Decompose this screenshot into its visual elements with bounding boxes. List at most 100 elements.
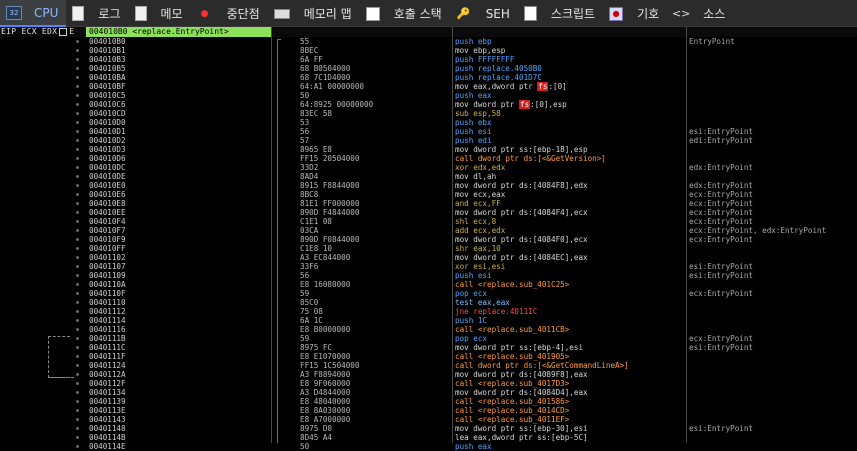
bytes-cell[interactable]: 50 — [300, 442, 450, 451]
bytes-cell[interactable]: C1E8 10 — [300, 244, 450, 253]
instruction-cell[interactable]: mov dword ptr ds:[4084F8],edx — [455, 181, 687, 190]
breakpoint-bullet[interactable] — [76, 202, 79, 205]
breakpoint-bullet[interactable] — [76, 157, 79, 160]
breakpoint-bullet[interactable] — [76, 112, 79, 115]
address-cell[interactable]: 00401112 — [89, 307, 267, 316]
tab-memory-map[interactable]: 메모리 맵 — [268, 0, 360, 27]
comment-cell[interactable] — [689, 352, 857, 361]
address-cell[interactable]: 0040110A — [89, 280, 267, 289]
instruction-cell[interactable]: push ebx — [455, 118, 687, 127]
address-cell[interactable]: 004010E6 — [89, 190, 267, 199]
bytes-cell[interactable]: 64:A1 00000000 — [300, 82, 450, 91]
breakpoint-bullet[interactable] — [76, 229, 79, 232]
instruction-cell[interactable]: call <replace.sub_401586> — [455, 397, 687, 406]
bytes-cell[interactable]: A3 F8894000 — [300, 370, 450, 379]
comment-cell[interactable]: ecx:EntryPoint, edx:EntryPoint — [689, 226, 857, 235]
breakpoint-bullet[interactable] — [76, 49, 79, 52]
instruction-cell[interactable]: push ebp — [455, 37, 687, 46]
address-cell[interactable]: 0040114E — [89, 442, 267, 451]
instruction-cell[interactable]: push replace.401D7C — [455, 73, 687, 82]
address-cell[interactable]: 004010D0 — [89, 118, 267, 127]
comment-cell[interactable] — [689, 100, 857, 109]
address-cell[interactable]: 004010D3 — [89, 145, 267, 154]
address-cell[interactable]: 004010F9 — [89, 235, 267, 244]
comment-cell[interactable] — [689, 55, 857, 64]
instruction-cell[interactable]: pop ecx — [455, 334, 687, 343]
breakpoint-bullet[interactable] — [76, 328, 79, 331]
breakpoint-bullet[interactable] — [76, 310, 79, 313]
address-cell[interactable]: 0040114B — [89, 433, 267, 442]
address-cell[interactable]: 004010B0 — [89, 37, 267, 46]
comment-cell[interactable] — [689, 370, 857, 379]
tab-log[interactable]: 로그 — [66, 0, 128, 27]
address-cell[interactable]: 004010C6 — [89, 100, 267, 109]
comment-cell[interactable]: EntryPoint — [689, 37, 857, 46]
instruction-cell[interactable]: call dword ptr ds:[<&GetVersion>] — [455, 154, 687, 163]
bytes-cell[interactable]: 50 — [300, 91, 450, 100]
address-cell[interactable]: 0040111C — [89, 343, 267, 352]
bytes-cell[interactable]: 75 08 — [300, 307, 450, 316]
bytes-cell[interactable]: 8D45 A4 — [300, 433, 450, 442]
address-cell[interactable]: 004010D1 — [89, 127, 267, 136]
instruction-cell[interactable]: call <replace.sub_4017D3> — [455, 379, 687, 388]
address-cell[interactable]: 00401124 — [89, 361, 267, 370]
comment-cell[interactable] — [689, 415, 857, 424]
breakpoint-bullet[interactable] — [76, 391, 79, 394]
instruction-cell[interactable]: sub esp,58 — [455, 109, 687, 118]
bytes-cell[interactable]: 8975 D0 — [300, 424, 450, 433]
address-cell[interactable]: 004010D6 — [89, 154, 267, 163]
comment-cell[interactable]: esi:EntryPoint — [689, 343, 857, 352]
address-cell[interactable]: 004010CD — [89, 109, 267, 118]
bytes-cell[interactable]: 8965 E8 — [300, 145, 450, 154]
breakpoint-bullet[interactable] — [76, 94, 79, 97]
comment-cell[interactable] — [689, 82, 857, 91]
bytes-cell[interactable]: 890D F4844000 — [300, 208, 450, 217]
breakpoint-bullet[interactable] — [76, 130, 79, 133]
instruction-cell[interactable]: mov ebp,esp — [455, 46, 687, 55]
comment-cell[interactable]: esi:EntryPoint — [689, 262, 857, 271]
breakpoint-bullet[interactable] — [76, 193, 79, 196]
bytes-cell[interactable]: E8 B0000000 — [300, 325, 450, 334]
address-cell[interactable]: 004010DE — [89, 172, 267, 181]
instruction-cell[interactable]: lea eax,dword ptr ss:[ebp-5C] — [455, 433, 687, 442]
breakpoint-bullet[interactable] — [76, 247, 79, 250]
tab-breakpoints[interactable]: ● 중단점 — [191, 0, 268, 27]
tab-symbols[interactable]: ● 기호 — [603, 0, 667, 27]
comment-cell[interactable] — [689, 109, 857, 118]
address-cell[interactable]: 004010BF — [89, 82, 267, 91]
bytes-cell[interactable]: 33D2 — [300, 163, 450, 172]
breakpoint-bullet[interactable] — [76, 337, 79, 340]
bytes-cell[interactable]: 6A FF — [300, 55, 450, 64]
instruction-cell[interactable]: call <replace.sub_4011CB> — [455, 325, 687, 334]
comment-cell[interactable]: esi:EntryPoint — [689, 127, 857, 136]
breakpoint-bullet[interactable] — [76, 40, 79, 43]
instruction-cell[interactable]: push replace.4050B0 — [455, 64, 687, 73]
instruction-cell[interactable]: call <replace.sub_401C25> — [455, 280, 687, 289]
comment-cell[interactable] — [689, 397, 857, 406]
comment-cell[interactable] — [689, 253, 857, 262]
breakpoint-bullet[interactable] — [76, 445, 79, 448]
breakpoint-bullet[interactable] — [76, 409, 79, 412]
comment-cell[interactable]: edi:EntryPoint — [689, 136, 857, 145]
comment-cell[interactable] — [689, 172, 857, 181]
tab-source[interactable]: <> 소스 — [667, 0, 733, 27]
instruction-cell[interactable]: mov dword ptr ds:[4084EC],eax — [455, 253, 687, 262]
address-cell[interactable]: 004010C5 — [89, 91, 267, 100]
address-cell[interactable]: 00401102 — [89, 253, 267, 262]
bytes-cell[interactable]: C1E1 08 — [300, 217, 450, 226]
breakpoint-bullet[interactable] — [76, 427, 79, 430]
address-cell[interactable]: 004010B5 — [89, 64, 267, 73]
instruction-cell[interactable]: push eax — [455, 91, 687, 100]
instruction-cell[interactable]: and ecx,FF — [455, 199, 687, 208]
address-cell[interactable]: 004010F4 — [89, 217, 267, 226]
comment-cell[interactable] — [689, 118, 857, 127]
instruction-cell[interactable]: push 1C — [455, 316, 687, 325]
address-cell[interactable]: 0040113E — [89, 406, 267, 415]
bytes-cell[interactable]: 56 — [300, 127, 450, 136]
bytes-cell[interactable]: 68 B0504000 — [300, 64, 450, 73]
address-cell[interactable]: 00401110 — [89, 298, 267, 307]
comment-cell[interactable] — [689, 406, 857, 415]
address-cell[interactable]: 00401143 — [89, 415, 267, 424]
tab-call-stack[interactable]: 호출 스택 — [360, 0, 450, 27]
breakpoint-bullet[interactable] — [76, 148, 79, 151]
